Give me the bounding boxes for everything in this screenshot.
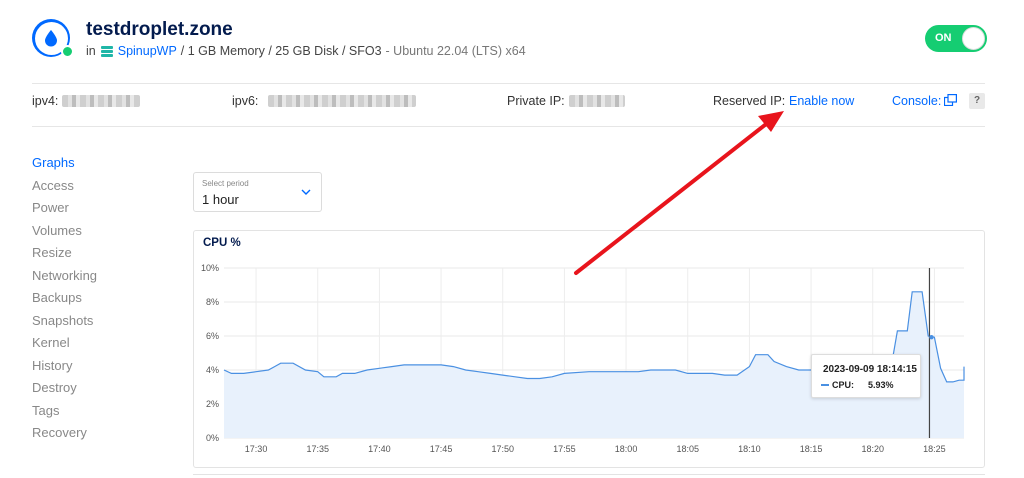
project-link[interactable]: SpinupWP bbox=[118, 44, 177, 58]
divider-top bbox=[32, 83, 985, 84]
series-swatch bbox=[821, 384, 829, 386]
console-link[interactable]: Console: bbox=[892, 94, 941, 108]
ipv6-value-redacted bbox=[268, 95, 416, 107]
enable-reserved-ip-link[interactable]: Enable now bbox=[789, 94, 854, 108]
chevron-down-icon bbox=[301, 189, 311, 195]
droplet-nav: Graphs Access Power Volumes Resize Networking… bbox=[32, 155, 97, 448]
x-tick-label: 17:45 bbox=[430, 444, 453, 454]
status-dot bbox=[61, 45, 74, 58]
tooltip-row: CPU: 5.93% bbox=[821, 380, 894, 390]
ipv4-label: ipv4: bbox=[32, 94, 59, 108]
sidebar-item-destroy[interactable]: Destroy bbox=[32, 380, 97, 403]
sidebar-item-power[interactable]: Power bbox=[32, 200, 97, 223]
private-ip-label: Private IP: bbox=[507, 94, 565, 108]
tooltip-date: 2023-09-09 18:14:15 bbox=[823, 364, 917, 375]
cpu-chart[interactable]: 10% 8% 6% 4% 2% 0% 17:30 17:35 17:40 17:45 17:50 17… bbox=[194, 231, 986, 469]
sidebar-item-backups[interactable]: Backups bbox=[32, 290, 97, 313]
x-tick-label: 18:15 bbox=[800, 444, 823, 454]
ip-bar: ipv4: ipv6: Private IP: Reserved IP: Ena… bbox=[32, 93, 985, 110]
private-ip-value-redacted bbox=[569, 95, 625, 107]
divider-bottom bbox=[32, 126, 985, 127]
period-value: 1 hour bbox=[202, 192, 239, 207]
external-window-icon[interactable] bbox=[944, 94, 957, 106]
x-tick-label: 17:55 bbox=[553, 444, 576, 454]
x-tick-label: 17:30 bbox=[245, 444, 268, 454]
cursor-point bbox=[929, 334, 934, 340]
y-tick-label: 2% bbox=[206, 399, 219, 409]
sidebar-item-graphs[interactable]: Graphs bbox=[32, 155, 97, 178]
sidebar-item-tags[interactable]: Tags bbox=[32, 403, 97, 426]
reserved-ip-label: Reserved IP: bbox=[713, 94, 786, 108]
droplet-name: testdroplet.zone bbox=[86, 19, 233, 40]
sidebar-item-history[interactable]: History bbox=[32, 358, 97, 381]
sidebar-item-access[interactable]: Access bbox=[32, 178, 97, 201]
next-card-edge bbox=[193, 474, 985, 478]
cpu-chart-card: CPU % 10% 8% 6% 4% 2% 0% 17:30 17:35 17:40 17:45 1… bbox=[193, 230, 985, 468]
chart-tooltip: 2023-09-09 18:14:15 CPU: 5.93% bbox=[811, 354, 921, 398]
y-tick-label: 0% bbox=[206, 433, 219, 443]
stack-icon bbox=[100, 45, 113, 57]
period-select[interactable]: Select period 1 hour bbox=[193, 172, 322, 212]
sidebar-item-networking[interactable]: Networking bbox=[32, 268, 97, 291]
ipv4-value-redacted bbox=[62, 95, 140, 107]
sidebar-item-recovery[interactable]: Recovery bbox=[32, 425, 97, 448]
toggle-knob bbox=[962, 27, 985, 50]
y-tick-label: 4% bbox=[206, 365, 219, 375]
y-tick-label: 6% bbox=[206, 331, 219, 341]
y-tick-label: 10% bbox=[201, 263, 219, 273]
y-tick-label: 8% bbox=[206, 297, 219, 307]
droplet-specs: / 1 GB Memory / 25 GB Disk / SFO3 bbox=[180, 44, 382, 58]
x-tick-label: 18:00 bbox=[615, 444, 638, 454]
x-tick-label: 17:50 bbox=[491, 444, 514, 454]
tooltip-value: 5.93% bbox=[868, 380, 894, 390]
x-tick-label: 18:25 bbox=[923, 444, 946, 454]
sidebar-item-volumes[interactable]: Volumes bbox=[32, 223, 97, 246]
droplet-subtitle: in SpinupWP / 1 GB Memory / 25 GB Disk /… bbox=[86, 44, 526, 58]
x-tick-label: 17:35 bbox=[306, 444, 329, 454]
sidebar-item-snapshots[interactable]: Snapshots bbox=[32, 313, 97, 336]
ipv6-label: ipv6: bbox=[232, 94, 259, 108]
help-button[interactable]: ? bbox=[969, 93, 985, 109]
annotation-arrow-head bbox=[758, 111, 784, 132]
x-tick-label: 18:20 bbox=[861, 444, 884, 454]
x-tick-label: 18:05 bbox=[676, 444, 699, 454]
x-tick-label: 17:40 bbox=[368, 444, 391, 454]
sidebar-item-resize[interactable]: Resize bbox=[32, 245, 97, 268]
period-caption: Select period bbox=[202, 179, 249, 188]
sidebar-item-kernel[interactable]: Kernel bbox=[32, 335, 97, 358]
tooltip-series: CPU: bbox=[832, 380, 854, 390]
power-toggle[interactable]: ON bbox=[925, 25, 987, 52]
droplet-image: - Ubuntu 22.04 (LTS) x64 bbox=[385, 44, 526, 58]
x-tick-label: 18:10 bbox=[738, 444, 761, 454]
droplet-header: testdroplet.zone in SpinupWP / 1 GB Memo… bbox=[32, 17, 992, 65]
